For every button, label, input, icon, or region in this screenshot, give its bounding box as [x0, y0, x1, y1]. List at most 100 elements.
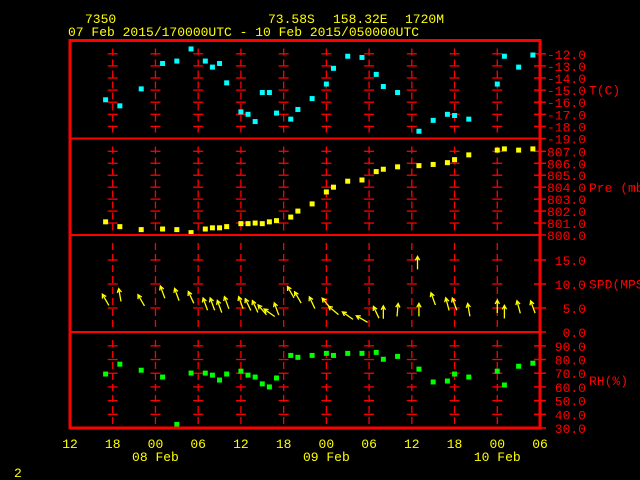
humidity-point [323, 350, 329, 356]
humidity-point [288, 352, 294, 358]
temperature-point [266, 90, 272, 96]
x-tick-label: 06 [532, 437, 548, 452]
temperature-point [238, 109, 244, 115]
wind-arrow [101, 293, 110, 306]
page-number: 2 [14, 466, 22, 480]
temperature-point [138, 86, 144, 92]
temperature-point [160, 60, 166, 66]
panel-label-temperature: T(C) [589, 84, 620, 99]
temperature-point [274, 110, 280, 116]
temperature-point [530, 52, 536, 58]
date-label: 08 Feb [132, 450, 179, 465]
pressure-point [323, 189, 329, 195]
wind-arrow [244, 297, 252, 311]
temperature-point [103, 97, 109, 103]
temperature-point [202, 58, 208, 64]
y-tick-label: 5.0 [563, 302, 586, 317]
pressure-point [238, 221, 244, 227]
date-label: 09 Feb [303, 450, 350, 465]
temperature-point [444, 111, 450, 117]
wind-arrow [308, 295, 316, 309]
wind-arrow [223, 295, 230, 310]
humidity-point [266, 384, 272, 390]
meteogram-chart: 7350 73.58S 158.32E 1720M 07 Feb 2015/17… [14, 12, 640, 480]
pressure-point [245, 221, 251, 227]
y-tick-label: 15.0 [555, 254, 586, 269]
pressure-point [252, 220, 258, 226]
humidity-point [245, 372, 251, 378]
temperature-point [373, 71, 379, 77]
temperature-point [330, 65, 336, 71]
pressure-point [224, 224, 230, 230]
wind-arrow [116, 287, 123, 302]
x-tick-label: 12 [233, 437, 249, 452]
humidity-point [516, 363, 522, 369]
temperature-point [466, 116, 472, 122]
panel-label-pressure: Pre (mb) [589, 181, 640, 196]
y-tick-label: 10.0 [555, 278, 586, 293]
humidity-point [252, 374, 258, 380]
humidity-point [330, 352, 336, 358]
wind-arrow [416, 302, 422, 317]
temperature-point [217, 60, 223, 66]
temperature-point [345, 53, 351, 59]
panel-label-wind: SPD(MPS) [589, 278, 640, 293]
wind-arrow [137, 293, 146, 307]
wind-arrow [414, 254, 421, 270]
humidity-point [452, 371, 458, 377]
humidity-point [217, 377, 223, 383]
time-range: 07 Feb 2015/170000UTC - 10 Feb 2015/0500… [68, 25, 419, 40]
wind-arrow [395, 302, 401, 317]
humidity-point [309, 352, 315, 358]
pressure-point [416, 163, 422, 169]
humidity-point [430, 379, 436, 385]
pressure-point [380, 166, 386, 172]
pressure-point [494, 147, 500, 153]
wind-arrow [208, 296, 216, 311]
pressure-point [516, 147, 522, 153]
plot-area: -12.0-13.0-14.0-15.0-16.0-17.0-18.0-19.0… [62, 39, 640, 465]
wind-arrow [494, 298, 501, 314]
humidity-point [188, 370, 194, 376]
temperature-point [494, 81, 500, 87]
temperature-point [259, 90, 265, 96]
pressure-point [359, 177, 365, 183]
pressure-point [395, 164, 401, 170]
x-tick-label: 12 [62, 437, 78, 452]
temperature-point [501, 53, 507, 59]
pressure-point [174, 227, 180, 233]
x-tick-label: 18 [447, 437, 463, 452]
wind-arrow [355, 315, 368, 323]
temperature-point [416, 128, 422, 134]
x-tick-label: 12 [404, 437, 420, 452]
humidity-point [373, 349, 379, 355]
humidity-point [160, 374, 166, 380]
humidity-point [444, 378, 450, 384]
wind-arrow [293, 290, 302, 304]
pressure-point [217, 225, 223, 231]
wind-arrow [444, 296, 450, 311]
humidity-point [238, 368, 244, 374]
humidity-point [530, 360, 536, 366]
pressure-point [501, 146, 507, 152]
wind-arrow [286, 285, 295, 299]
panel-label-humidity: RH(%) [589, 374, 628, 389]
temperature-point [245, 111, 251, 117]
x-tick-label: 06 [190, 437, 206, 452]
pressure-point [330, 184, 336, 190]
wind-arrow [251, 299, 259, 313]
temperature-point [188, 46, 194, 52]
temperature-point [117, 103, 123, 109]
y-tick-label: 0.0 [563, 326, 586, 341]
wind-arrow [372, 305, 380, 319]
temperature-point [395, 90, 401, 96]
wind-arrow [262, 308, 276, 318]
pressure-point [288, 214, 294, 220]
x-tick-label: 06 [361, 437, 377, 452]
temperature-point [288, 116, 294, 122]
y-tick-label: 800.0 [547, 229, 586, 244]
temperature-point [252, 119, 258, 125]
pressure-point [209, 225, 215, 231]
humidity-point [494, 368, 500, 374]
wind-arrow [465, 302, 471, 317]
